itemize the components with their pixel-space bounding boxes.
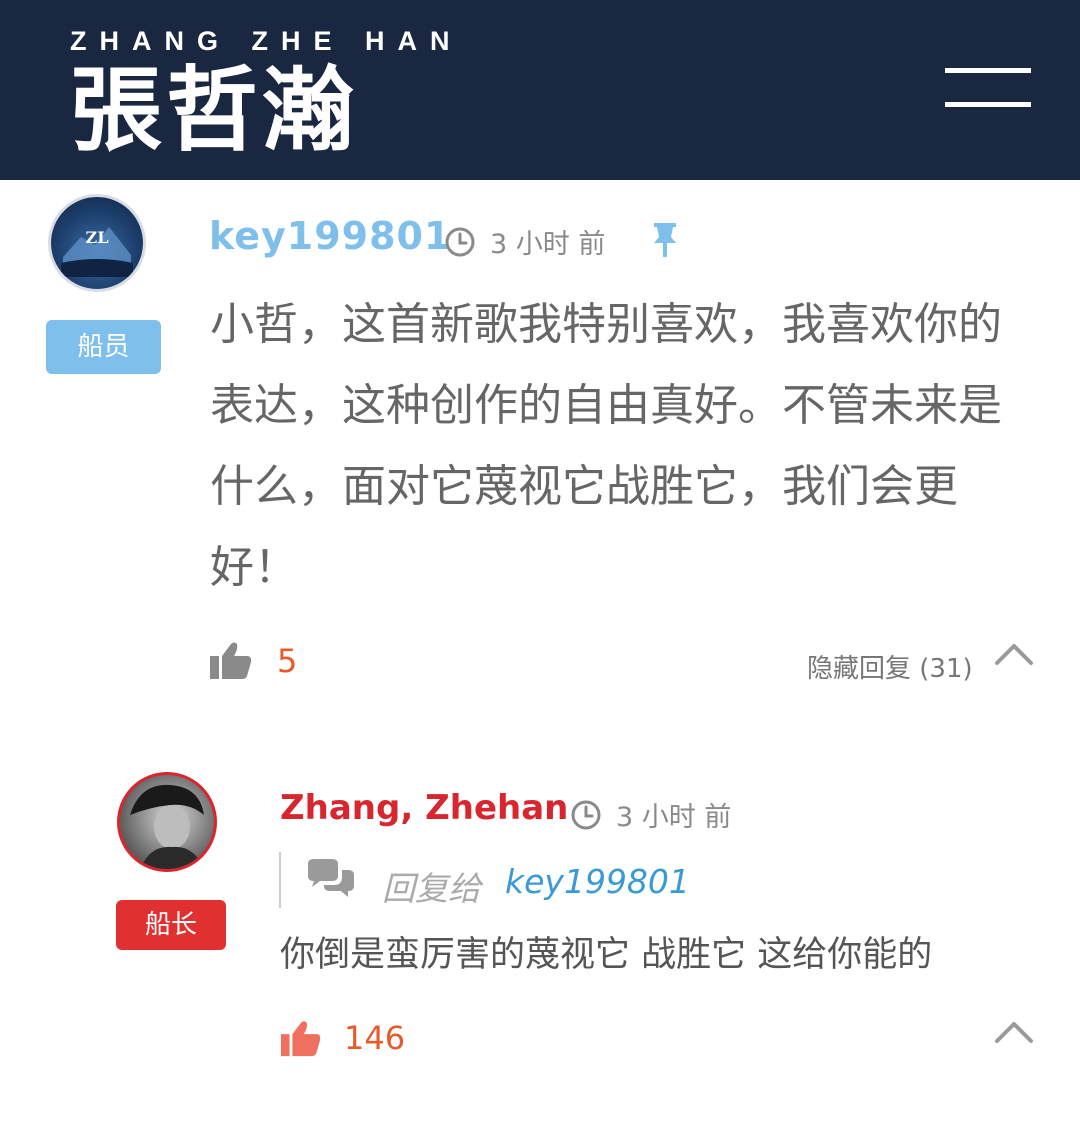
thumbs-up-icon[interactable] <box>209 640 253 684</box>
avatar[interactable] <box>117 772 217 872</box>
pin-icon <box>648 221 682 263</box>
chevron-up-icon[interactable] <box>994 1020 1034 1048</box>
like-count: 146 <box>344 1019 406 1057</box>
like-count: 5 <box>277 642 298 680</box>
brand-name-english[interactable]: ZHANG ZHE HAN <box>70 26 463 57</box>
reply-to-user-link[interactable]: key199801 <box>505 862 690 901</box>
captain-badge: 船长 <box>116 900 226 950</box>
hide-replies-link[interactable]: 隐藏回复 (31) <box>807 648 973 685</box>
reply-text: 你倒是蛮厉害的蔑视它 战胜它 这给你能的 <box>280 935 933 975</box>
comment-time-text: 3 小时 前 <box>490 229 606 260</box>
reply-timestamp: 3 小时 前 <box>570 795 731 834</box>
svg-text:ZL: ZL <box>86 228 109 247</box>
chat-bubbles-icon <box>306 858 356 902</box>
comment-timestamp: 3 小时 前 <box>444 222 605 261</box>
comment-text: 小哲，这首新歌我特别喜欢，我喜欢你的表达，这种创作的自由真好。不管未来是什么，面… <box>210 299 1002 593</box>
reply-quote-bar <box>279 852 281 908</box>
comment-author[interactable]: key199801 <box>209 214 451 258</box>
clock-icon <box>445 227 475 256</box>
reply-time-text: 3 小时 前 <box>616 802 732 833</box>
avatar[interactable]: ZL <box>48 194 146 292</box>
reply-author[interactable]: Zhang, Zhehan <box>280 788 568 828</box>
thumbs-up-icon[interactable] <box>280 1018 322 1062</box>
site-header: ZHANG ZHE HAN 張哲瀚 <box>0 0 1080 180</box>
reply-to-label: 回复给 <box>382 869 481 908</box>
clock-icon <box>571 800 601 829</box>
chevron-up-icon[interactable] <box>994 642 1034 670</box>
member-badge: 船员 <box>46 320 161 374</box>
brand-logo-chinese[interactable]: 張哲瀚 <box>70 58 358 162</box>
hamburger-menu-icon[interactable] <box>945 66 1031 112</box>
